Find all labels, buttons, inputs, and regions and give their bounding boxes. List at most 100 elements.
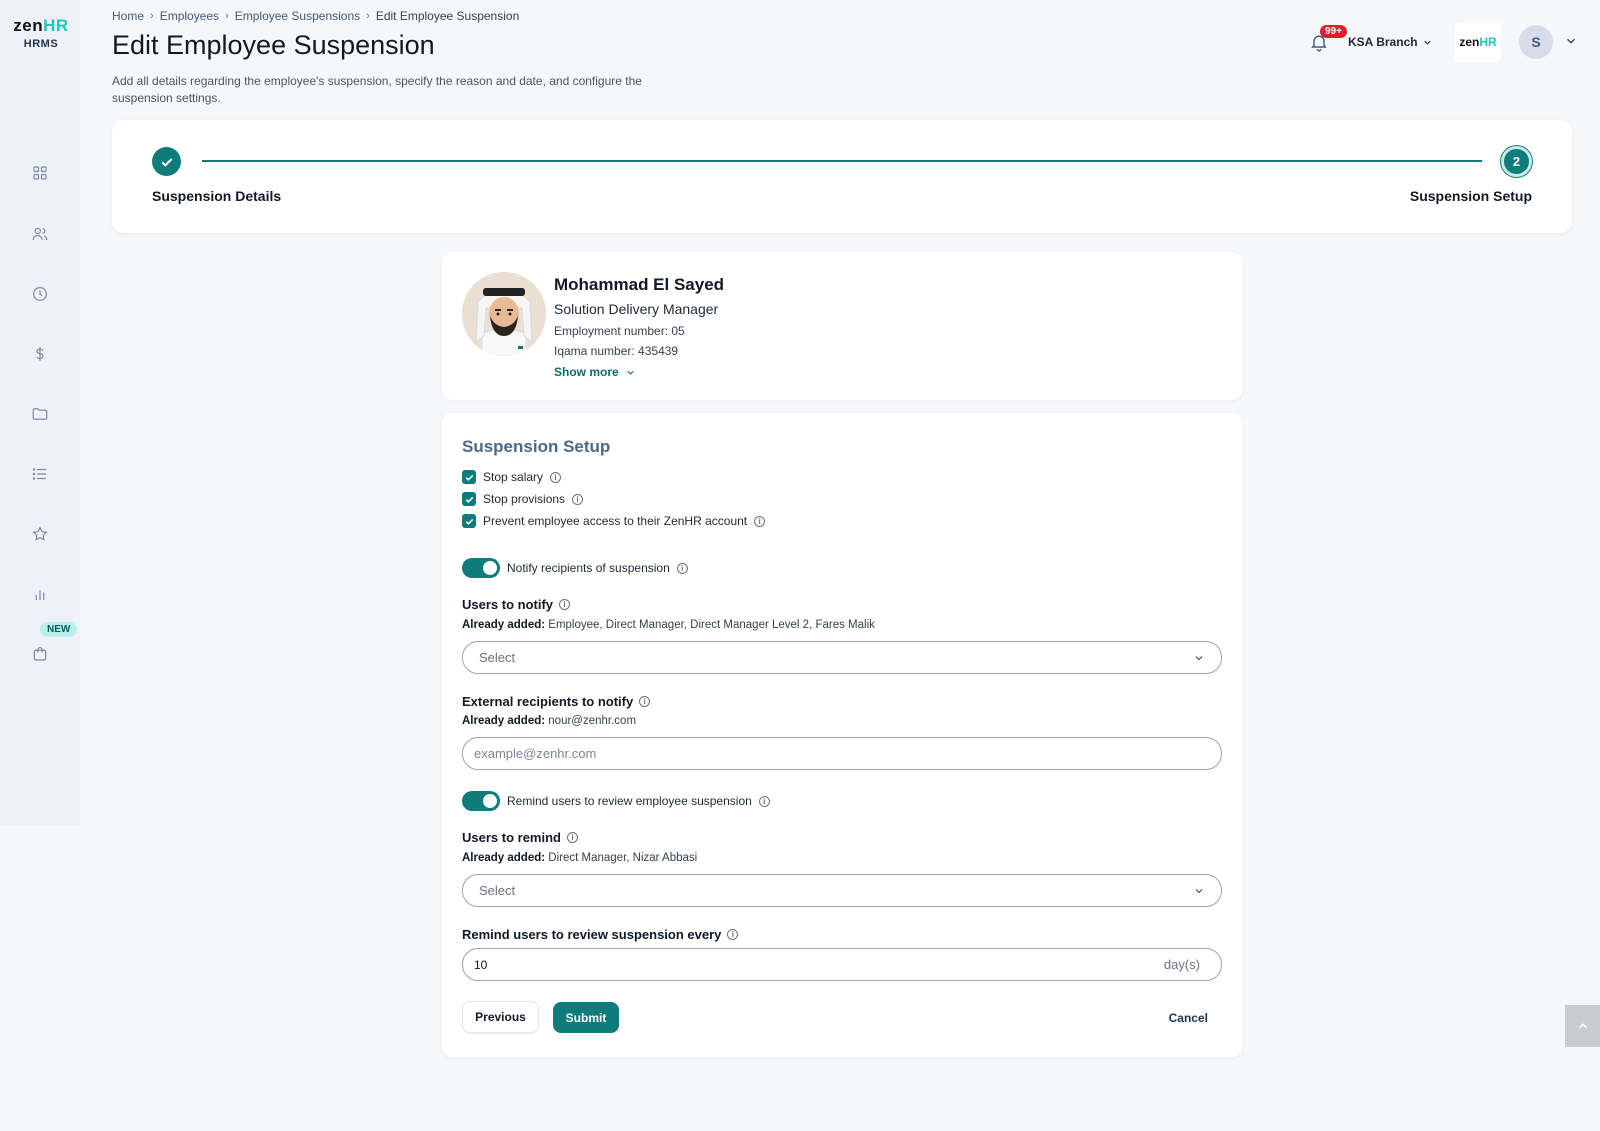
already-added-label: Already added: [462,715,546,727]
info-icon[interactable]: i [676,562,688,574]
remind-every-input[interactable] [462,948,1222,981]
external-recipients-input[interactable] [462,737,1222,770]
star-icon[interactable] [28,522,52,546]
step-complete-indicator[interactable] [152,147,181,176]
breadcrumb: Home › Employees › Employee Suspensions … [112,9,519,23]
stop-provisions-checkbox[interactable] [462,492,476,506]
remind-users-row: Remind users to review employee suspensi… [462,791,770,811]
dashboard-icon[interactable] [28,161,52,185]
show-more-label: Show more [554,365,619,379]
chevron-right-icon: › [150,10,154,22]
employee-card: Mohammad El Sayed Solution Delivery Mana… [442,252,1242,400]
section-title: Suspension Setup [462,437,611,456]
info-icon[interactable]: i [566,832,578,843]
users-to-remind-label-text: Users to remind [462,830,561,845]
employee-job-title: Solution Delivery Manager [554,301,719,317]
external-recipients-label: External recipients to notify i [462,694,651,709]
breadcrumb-employees[interactable]: Employees [160,9,219,23]
stop-salary-label: Stop salary [483,470,544,484]
select-placeholder: Select [479,650,516,665]
step-current-indicator: 2 [1501,146,1532,177]
chevron-down-icon [1195,888,1203,893]
step-label-suspension-details[interactable]: Suspension Details [152,188,281,204]
check-icon [465,474,473,481]
stop-provisions-option[interactable]: Stop provisions i [462,492,584,506]
stepper: 2 Suspension Details Suspension Setup [112,120,1572,233]
folder-icon[interactable] [28,402,52,426]
users-to-notify-label-text: Users to notify [462,597,554,612]
list-icon[interactable] [28,462,52,486]
already-added-value: Direct Manager, Nizar Abbasi [548,852,698,864]
already-added-value: nour@zenhr.com [548,715,637,727]
users-to-notify-label: Users to notify i [462,597,571,612]
stop-salary-checkbox[interactable] [462,470,476,484]
breadcrumb-employee-suspensions[interactable]: Employee Suspensions [235,9,360,23]
page-title: Edit Employee Suspension [112,30,435,60]
sidebar: zenHR HRMS NEW [0,0,80,826]
step-label-suspension-setup: Suspension Setup [1409,188,1532,204]
info-icon[interactable]: i [727,929,739,940]
users-to-notify-already-added: Already added: Employee, Direct Manager,… [462,619,875,631]
info-icon[interactable]: i [754,515,766,527]
new-badge: NEW [40,622,78,637]
user-avatar[interactable]: S [1519,25,1553,59]
chevron-down-icon[interactable] [1564,34,1578,48]
branch-selector[interactable]: KSA Branch [1348,35,1433,49]
iqama-number: Iqama number: 435439 [554,344,679,358]
users-to-notify-select[interactable]: Select [462,641,1222,674]
stop-provisions-label: Stop provisions [483,492,566,506]
info-icon[interactable]: i [639,696,651,707]
submit-button[interactable]: Submit [553,1002,619,1033]
prevent-access-option[interactable]: Prevent employee access to their ZenHR a… [462,514,766,528]
info-icon[interactable]: i [758,795,770,807]
remind-users-toggle[interactable] [462,791,500,811]
info-icon[interactable]: i [559,599,571,610]
users-to-remind-already-added: Already added: Direct Manager, Nizar Abb… [462,852,697,864]
users-to-remind-select[interactable]: Select [462,874,1222,907]
remind-users-label: Remind users to review employee suspensi… [507,794,752,808]
scroll-to-top-button[interactable] [1565,1005,1600,1047]
logo-accent-text: HR [43,16,69,35]
breadcrumb-current: Edit Employee Suspension [375,9,520,23]
stepper-progress-line [202,160,1482,162]
external-recipients-already-added: Already added: nour@zenhr.com [462,715,636,727]
notify-recipients-toggle[interactable] [462,558,500,578]
chevron-up-icon [1578,1023,1587,1029]
notification-count-badge: 99+ [1320,25,1347,38]
info-icon[interactable]: i [550,471,562,483]
chevron-down-icon [1423,40,1431,45]
chevron-down-icon [627,370,634,375]
remind-every-label-text: Remind users to review suspension every [462,927,722,942]
users-icon[interactable] [28,222,52,246]
bar-chart-icon[interactable] [28,582,52,606]
company-logo-text: zen [1459,35,1480,49]
company-logo[interactable]: zen HR [1455,22,1501,62]
check-icon [465,496,473,503]
previous-button[interactable]: Previous [462,1001,539,1033]
notify-recipients-row: Notify recipients of suspension i [462,558,688,578]
suspension-setup-card: Suspension Setup Stop salary i Stop prov… [442,413,1242,1057]
check-icon [161,157,172,167]
employee-photo [462,272,546,356]
app-logo[interactable]: zenHR HRMS [10,16,72,50]
branch-name: KSA Branch [1348,35,1418,49]
employment-number: Employment number: 05 [554,324,685,338]
page-description: Add all details regarding the employee's… [112,74,642,105]
notify-recipients-label: Notify recipients of suspension [507,561,670,575]
clock-icon[interactable] [28,282,52,306]
shopping-bag-icon[interactable] [28,642,52,666]
users-to-remind-label: Users to remind i [462,830,578,845]
info-icon[interactable]: i [572,493,584,505]
prevent-access-checkbox[interactable] [462,514,476,528]
header-actions: 99+ KSA Branch zen HR S [1280,22,1600,62]
stop-salary-option[interactable]: Stop salary i [462,470,562,484]
cancel-button[interactable]: Cancel [1169,1011,1208,1025]
show-more-button[interactable]: Show more [554,365,636,379]
already-added-label: Already added: [462,619,546,631]
remind-every-label: Remind users to review suspension every … [462,927,739,942]
dollar-icon[interactable] [28,342,52,366]
logo-text: zen [13,16,44,35]
breadcrumb-home[interactable]: Home [112,9,144,23]
chevron-down-icon [1195,655,1203,660]
check-icon [465,518,473,525]
